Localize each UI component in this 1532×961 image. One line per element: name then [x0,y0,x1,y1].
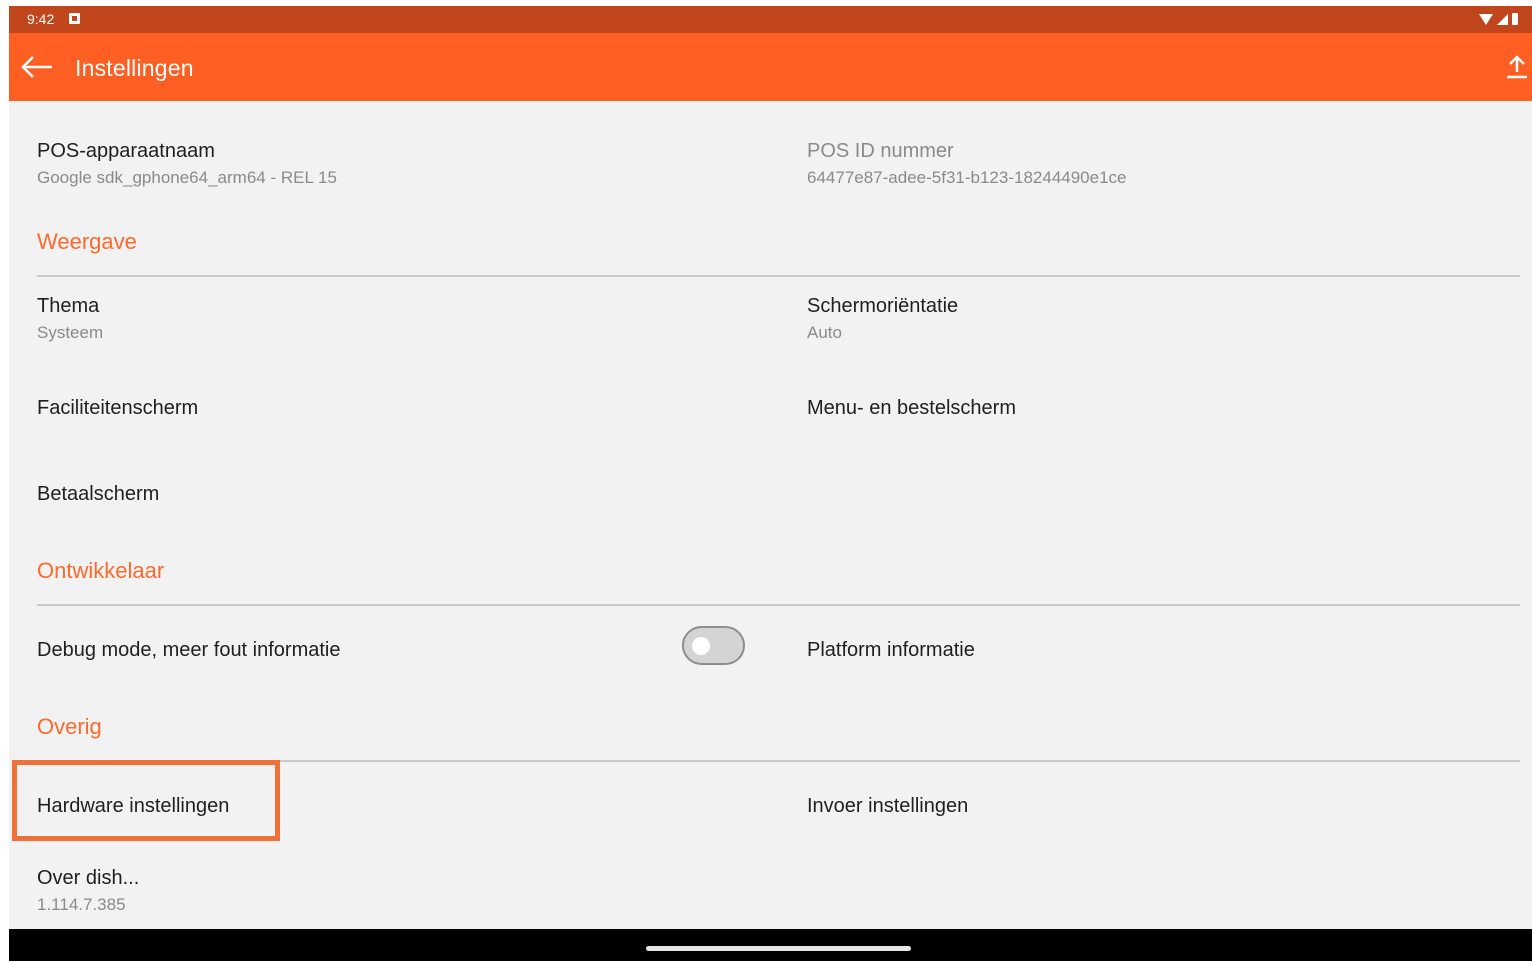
divider [37,275,1520,277]
device-name-value: Google sdk_gphone64_arm64 - REL 15 [37,168,337,187]
notification-icon [69,13,80,24]
hardware-settings-item[interactable]: Hardware instellingen [37,794,229,818]
theme-value: Systeem [37,323,104,342]
divider [37,760,1520,762]
input-settings-item[interactable]: Invoer instellingen [807,794,968,818]
pos-id-value: 64477e87-adee-5f31-b123-18244490e1ce [807,168,1127,187]
platform-info-label: Platform informatie [807,639,975,661]
toggle-knob [692,637,710,655]
upload-button[interactable] [1504,53,1530,81]
input-settings-label: Invoer instellingen [807,795,969,817]
section-header-display: Weergave [37,229,137,254]
pos-id-label: POS ID nummer [807,140,954,162]
facilities-screen-setting[interactable]: Faciliteitenscherm [37,396,198,420]
upload-icon [1507,55,1527,79]
section-header-developer: Ontwikkelaar [37,558,165,583]
about-item[interactable]: Over dish... 1.114.7.385 [37,866,139,916]
divider [37,604,1520,606]
navigation-bar [9,929,1532,961]
gesture-handle[interactable] [646,946,911,951]
debug-mode-setting[interactable]: Debug mode, meer fout informatie [37,638,341,662]
signal-icon [1497,13,1508,25]
app-bar: Instellingen [9,33,1532,101]
status-time: 9:42 [27,11,55,27]
status-icons [1479,11,1518,27]
debug-mode-toggle[interactable] [682,626,745,665]
back-button[interactable] [19,51,55,83]
settings-list: POS-apparaatnaam Google sdk_gphone64_arm… [9,101,1532,929]
page-title: Instellingen [75,55,194,81]
debug-mode-label: Debug mode, meer fout informatie [37,639,341,661]
wifi-icon [1479,13,1493,25]
orientation-label: Schermoriëntatie [807,295,959,317]
theme-setting[interactable]: Thema Systeem [37,294,103,344]
status-bar: 9:42 [9,6,1532,33]
platform-info-setting[interactable]: Platform informatie [807,638,975,662]
pos-id-item: POS ID nummer 64477e87-adee-5f31-b123-18… [807,139,1127,189]
battery-icon [1512,13,1518,25]
arrow-left-icon [21,56,52,78]
payment-screen-label: Betaalscherm [37,483,160,505]
about-label: Over dish... [37,867,140,889]
orientation-setting[interactable]: Schermoriëntatie Auto [807,294,958,344]
app-version: 1.114.7.385 [37,895,126,914]
device-screen: 9:42 Instellingen POS-apparaatnaam Googl… [9,6,1532,961]
payment-screen-setting[interactable]: Betaalscherm [37,482,159,506]
facilities-screen-label: Faciliteitenscherm [37,397,199,419]
menu-order-screen-label: Menu- en bestelscherm [807,397,1016,419]
device-name-item: POS-apparaatnaam Google sdk_gphone64_arm… [37,139,337,189]
orientation-value: Auto [807,323,842,342]
device-name-label: POS-apparaatnaam [37,140,215,162]
theme-label: Thema [37,295,100,317]
section-header-other: Overig [37,714,102,739]
hardware-settings-label: Hardware instellingen [37,795,230,817]
menu-order-screen-setting[interactable]: Menu- en bestelscherm [807,396,1016,420]
